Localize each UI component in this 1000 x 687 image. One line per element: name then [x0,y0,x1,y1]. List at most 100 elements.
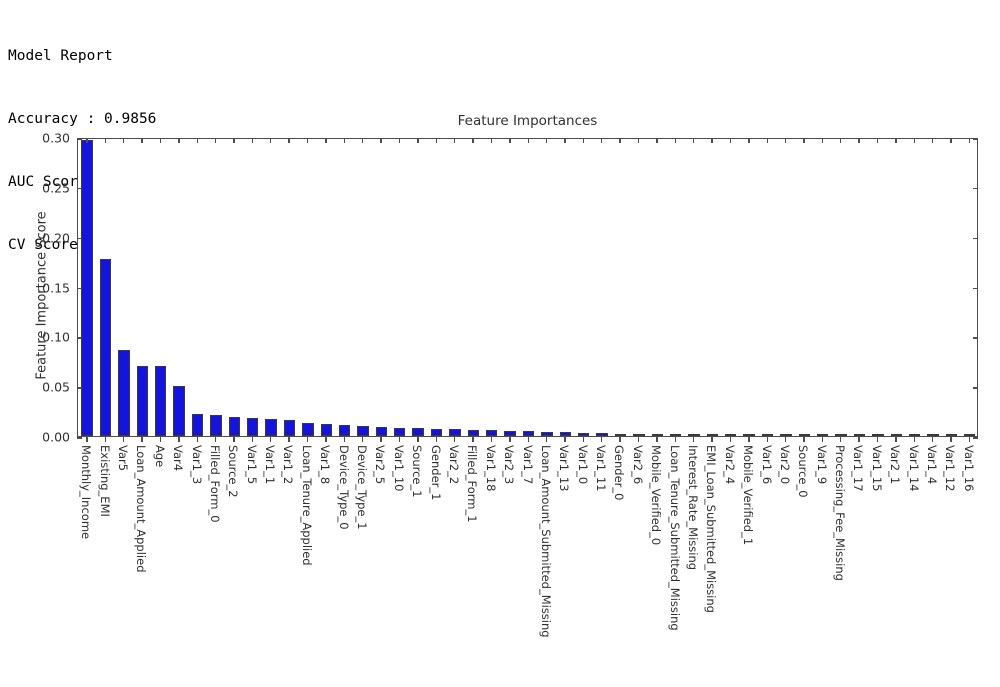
bar [155,366,167,436]
bar [633,434,645,436]
y-tick-mark-right [973,287,978,290]
x-tick-mark-top [729,138,732,143]
x-tick-label: Var1_11 [594,445,609,492]
x-tick-mark-top [821,138,824,143]
x-tick-label: Var1_14 [906,445,921,492]
x-tick-label: Var2_1 [888,445,903,485]
x-tick-mark-top [159,138,162,143]
x-tick-mark-top [582,138,585,143]
x-tick-mark [380,437,382,442]
x-tick-mark [398,437,401,442]
y-tick-mark-right [973,187,978,190]
x-tick-mark [913,437,916,442]
bar [320,424,332,436]
x-tick-mark [233,437,235,442]
x-tick-mark-top [968,138,971,143]
x-tick-mark [288,437,290,442]
y-tick-label: 0.15 [42,280,70,295]
x-axis-tick-labels: Monthly_Income Existing_EMI Var5 Loan_Amoun… [77,445,978,685]
x-tick-mark [490,437,493,442]
x-tick-mark [619,437,621,442]
bar [927,434,939,436]
x-tick-label: Var1_15 [869,445,884,492]
x-tick-mark [196,437,198,442]
x-tick-mark-top [251,138,254,143]
x-tick-mark [766,437,768,442]
y-tick-mark-right [973,387,978,389]
x-tick-label: Var1_10 [391,445,406,492]
x-tick-mark [545,437,548,442]
x-tick-mark-top [306,138,309,143]
x-tick-label: Var1_8 [318,445,333,485]
x-tick-mark-top [270,138,272,143]
bar [375,427,388,436]
x-tick-mark [564,437,566,442]
x-tick-mark [509,437,511,442]
bar [486,430,498,436]
x-tick-mark-top [950,138,952,143]
bar [908,434,921,436]
bar [118,350,130,436]
x-tick-mark [472,437,474,442]
x-tick-mark [748,437,750,442]
y-axis-tick-labels: 0.00 0.05 0.10 0.15 0.20 0.25 0.30 [0,131,70,445]
y-tick-mark-right [973,138,978,140]
x-tick-mark-top [178,138,180,143]
bar [614,434,627,436]
x-tick-mark-top [453,138,456,143]
bar [743,434,755,436]
x-tick-mark-top [876,138,879,143]
y-tick-label: 0.25 [42,180,70,196]
bar [191,414,204,436]
bar [283,420,296,436]
x-tick-label: Age [152,445,167,468]
bar [430,429,443,436]
x-tick-label: Var1_12 [943,445,958,492]
x-tick-mark [251,437,254,442]
bar [228,417,240,436]
x-tick-mark [178,437,180,442]
x-tick-mark [950,437,952,442]
x-tick-label: Gender_0 [612,445,627,501]
bar [173,386,185,436]
x-tick-mark-top [619,138,621,143]
bar [817,434,829,436]
x-tick-label: Var1_13 [557,445,572,492]
x-tick-label: Device_Type_0 [336,445,351,530]
x-tick-mark [876,437,879,442]
y-tick-mark-right [973,237,978,240]
x-tick-label: Var1_7 [520,445,535,485]
x-tick-mark-top [398,138,401,143]
x-tick-label: Var1_0 [575,445,590,485]
x-tick-mark-top [564,138,566,143]
y-tick-mark [77,337,82,339]
x-tick-mark [417,437,419,442]
x-tick-mark-top [196,138,198,143]
x-tick-mark-top [895,138,897,143]
feature-importances-figure: Feature Importances Feature Importance S… [0,113,1000,687]
x-tick-label: Var4 [171,445,186,472]
x-tick-label: Loan_Tenure_Submitted_Missing [667,445,682,631]
x-tick-mark-top [766,138,768,143]
x-tick-mark [343,437,345,442]
x-tick-mark [214,437,217,442]
y-tick-mark [77,437,82,439]
x-tick-mark-top [527,138,529,143]
x-tick-mark [637,437,640,442]
x-tick-mark-top [86,138,88,143]
bar [504,431,516,436]
x-tick-mark [784,437,787,442]
bar [338,425,351,436]
bar [761,434,774,436]
x-tick-mark [674,437,676,442]
x-tick-mark [895,437,897,442]
bar [945,434,958,436]
bar [890,434,902,436]
bar [669,434,682,436]
x-tick-mark-top [711,138,713,143]
x-tick-mark [159,437,162,442]
x-tick-label: Var2_0 [777,445,792,485]
x-tick-mark-top [509,138,511,143]
x-tick-mark-top [380,138,382,143]
x-tick-label: Var2_6 [630,445,645,485]
